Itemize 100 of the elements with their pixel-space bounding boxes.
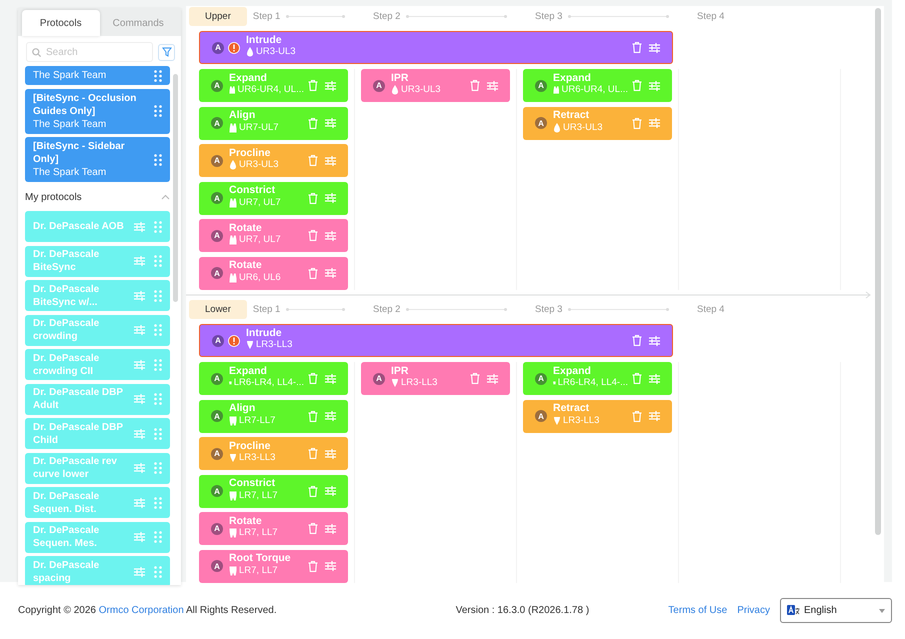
settings-button[interactable] — [325, 80, 336, 90]
footer-link[interactable]: Terms of Use — [668, 605, 728, 616]
treatment-card[interactable]: A Procline UR3-UL3 — [199, 144, 348, 177]
sliders-icon — [325, 193, 336, 203]
settings-button[interactable] — [325, 524, 336, 534]
treatment-card[interactable]: A Align UR7-UL7 — [199, 106, 348, 140]
settings-button[interactable] — [487, 374, 498, 384]
search-field[interactable]: Search — [26, 42, 153, 62]
sliders-icon — [134, 463, 145, 473]
trash-icon — [308, 230, 318, 241]
card-title: Align — [229, 402, 256, 414]
teeth-label: LR3-LL3 — [256, 339, 292, 352]
protocol-title: Dr. DePascale spacing — [33, 558, 100, 584]
settings-button[interactable] — [649, 42, 660, 52]
settings-button[interactable] — [325, 374, 336, 384]
treatment-card[interactable]: A Procline LR3-LL3 — [199, 437, 348, 470]
section-heading: My protocols — [25, 192, 82, 202]
delete-button[interactable] — [308, 486, 318, 496]
sidebar-tab[interactable]: Protocols — [22, 10, 100, 36]
language-select[interactable]: English — [780, 598, 892, 623]
treatment-card[interactable]: A Root Torque LR7, LL7 — [199, 550, 348, 582]
sliders-icon — [649, 80, 660, 90]
teeth-label: LR6-LR4, LL4-... — [234, 377, 304, 390]
settings-button[interactable] — [649, 118, 660, 128]
treatment-card[interactable]: A Retract UR3-UL3 — [523, 106, 672, 140]
delete-button[interactable] — [308, 268, 318, 278]
delete-button[interactable] — [308, 560, 318, 572]
sliders-icon — [134, 256, 145, 266]
delete-button[interactable] — [632, 373, 642, 384]
delete-button[interactable] — [308, 373, 318, 384]
card-title: Expand — [229, 72, 268, 84]
protocol-item[interactable]: [BiteSync - Occlusion Guides Only] The Spark Team — [25, 88, 170, 134]
treatment-card[interactable]: A Rotate LR7, LL7 — [199, 512, 348, 545]
treatment-card[interactable]: A Expand UR6-UR4, UL... — [523, 69, 672, 102]
treatment-card[interactable]: A Expand UR6-UR4, UL... — [199, 69, 348, 102]
delete-button[interactable] — [632, 118, 642, 128]
treatment-card[interactable]: A Intrude LR3-LL3 — [199, 324, 673, 357]
treatment-card[interactable]: A Rotate UR6, UL6 — [199, 256, 348, 290]
delete-button[interactable] — [632, 42, 642, 53]
scrollbar[interactable] — [173, 74, 178, 302]
drag-handle-icon — [154, 105, 162, 117]
delete-button[interactable] — [632, 410, 642, 422]
treatment-card[interactable]: A Expand LR6-LR4, LL4-... — [199, 362, 348, 395]
treatment-card[interactable]: A Constrict UR7, UL7 — [199, 182, 348, 214]
delete-button[interactable] — [308, 155, 318, 166]
delete-button[interactable] — [632, 80, 642, 91]
protocol-title: Dr. DePascale DBP Child — [33, 420, 124, 446]
scrollbar[interactable] — [875, 8, 881, 535]
delete-button[interactable] — [308, 192, 318, 204]
delete-button[interactable] — [470, 80, 480, 91]
teeth-label: LR7, LL7 — [239, 527, 278, 540]
sliders-icon — [325, 486, 336, 496]
collapse-button[interactable] — [161, 194, 170, 200]
delete-button[interactable] — [308, 523, 318, 534]
delete-button[interactable] — [308, 448, 318, 459]
protocol-item[interactable]: [BiteSync - Sidebar Only] The Spark Team — [25, 137, 170, 182]
treatment-card[interactable]: A Retract LR3-LL3 — [523, 400, 672, 432]
settings-button[interactable] — [325, 486, 336, 496]
treatment-card[interactable]: A Constrict LR7, LL7 — [199, 474, 348, 508]
settings-button[interactable] — [325, 193, 336, 203]
settings-button[interactable] — [649, 411, 660, 421]
settings-button[interactable] — [325, 411, 336, 421]
delete-button[interactable] — [308, 118, 318, 128]
status-badge: A — [211, 372, 223, 384]
protocol-item[interactable]: The Spark Team — [25, 66, 170, 85]
protocol-title: Dr. DePascale rev curve lower — [33, 455, 118, 481]
company-link[interactable]: Ormco Corporation — [98, 605, 184, 616]
drag-handle-icon — [154, 462, 162, 474]
treatment-card[interactable]: A Expand LR6-LR4, LL4-... — [523, 362, 672, 395]
protocol-title: Dr. DePascale BiteSync — [33, 248, 100, 274]
settings-button[interactable] — [325, 118, 336, 128]
settings-button[interactable] — [649, 336, 660, 346]
settings-button[interactable] — [325, 268, 336, 278]
settings-button[interactable] — [649, 80, 660, 90]
card-title: Constrict — [229, 477, 276, 490]
delete-button[interactable] — [308, 230, 318, 241]
delete-button[interactable] — [308, 80, 318, 91]
treatment-card[interactable]: A Align LR7-LL7 — [199, 400, 348, 432]
settings-button[interactable] — [487, 80, 498, 90]
teeth-label: UR6-UR4, UL... — [237, 84, 304, 96]
treatment-card[interactable]: A IPR LR3-LL3 — [361, 362, 510, 395]
treatment-card[interactable]: A IPR UR3-UL3 — [361, 69, 510, 102]
settings-button[interactable] — [325, 230, 336, 240]
trash-icon — [470, 80, 480, 91]
sliders-icon — [649, 336, 660, 346]
settings-button[interactable] — [325, 561, 336, 571]
settings-button[interactable] — [325, 156, 336, 166]
step-label: Step 3 — [535, 11, 562, 22]
footer-link[interactable]: Privacy — [737, 605, 770, 616]
settings-button[interactable] — [325, 448, 336, 458]
sidebar-tab[interactable]: Commands — [100, 10, 177, 36]
delete-button[interactable] — [632, 335, 642, 346]
delete-button[interactable] — [308, 410, 318, 422]
protocol-title: [BiteSync - Sidebar Only] — [33, 140, 126, 166]
delete-button[interactable] — [470, 373, 480, 384]
treatment-card[interactable]: A Rotate UR7, UL7 — [199, 219, 348, 252]
filter-button[interactable] — [158, 44, 175, 60]
protocol-author: The Spark Team — [33, 118, 108, 130]
treatment-card[interactable]: A Intrude UR3-UL3 — [199, 31, 673, 64]
settings-button[interactable] — [649, 374, 660, 384]
